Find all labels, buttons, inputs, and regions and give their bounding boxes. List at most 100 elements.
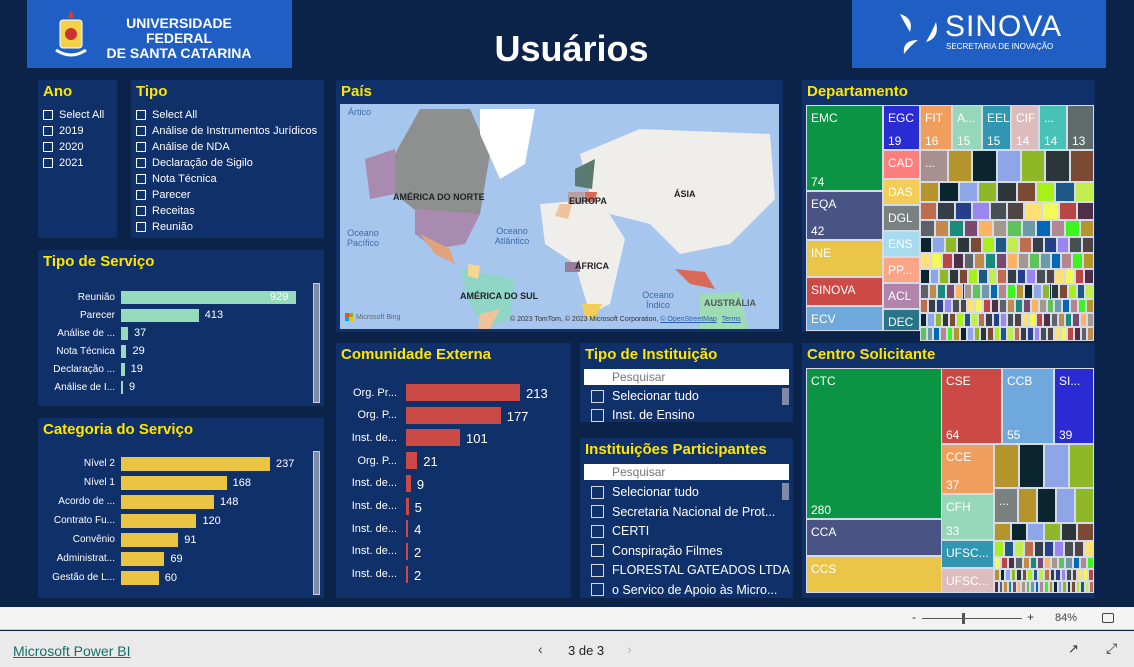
- scrollbar[interactable]: [782, 388, 789, 405]
- treemap-cell[interactable]: [1076, 202, 1094, 220]
- checkbox-item[interactable]: Nota Técnica: [136, 173, 217, 185]
- treemap-cell[interactable]: [960, 327, 967, 341]
- checkbox[interactable]: [136, 206, 146, 216]
- treemap-cell[interactable]: EMC 74: [806, 105, 883, 191]
- treemap-cell[interactable]: EQA 42: [806, 191, 883, 240]
- checkbox-item[interactable]: Select All: [136, 109, 197, 121]
- treemap-cell[interactable]: [978, 182, 998, 202]
- powerbi-link[interactable]: Microsoft Power BI: [13, 643, 130, 659]
- osm-link[interactable]: © OpenStreetMap: [660, 316, 717, 323]
- treemap-cell[interactable]: [1055, 182, 1075, 202]
- treemap-cell[interactable]: [1067, 284, 1077, 299]
- treemap-cell[interactable]: [1021, 150, 1046, 182]
- treemap-cell[interactable]: [926, 327, 934, 341]
- treemap-cell[interactable]: [932, 237, 945, 253]
- scrollbar[interactable]: [313, 451, 320, 595]
- treemap-cell[interactable]: [1000, 327, 1007, 341]
- treemap-cell[interactable]: [1016, 269, 1027, 284]
- treemap-cell[interactable]: [920, 202, 938, 220]
- treemap-cell[interactable]: [982, 237, 995, 253]
- treemap-cell[interactable]: [1065, 557, 1073, 569]
- treemap-cell[interactable]: [978, 269, 988, 284]
- treemap-cell[interactable]: ECV: [806, 306, 883, 331]
- treemap-cell[interactable]: EEL 15: [982, 105, 1011, 150]
- treemap-cell[interactable]: [1024, 541, 1034, 557]
- treemap-cell[interactable]: [957, 237, 970, 253]
- treemap-cell[interactable]: ACL: [883, 283, 920, 309]
- treemap-cell[interactable]: [937, 202, 955, 220]
- treemap-cell[interactable]: [985, 313, 993, 327]
- world-map[interactable]: Ártico AMÉRICA DO NORTE EUROPA ÁSIA ÁFRI…: [340, 104, 779, 329]
- bar[interactable]: [121, 514, 197, 528]
- treemap-cell[interactable]: DAS: [883, 179, 920, 205]
- treemap-cell[interactable]: [1044, 237, 1057, 253]
- checkbox[interactable]: [136, 110, 146, 120]
- treemap-cell[interactable]: [1054, 541, 1064, 557]
- checkbox-item[interactable]: Receitas: [136, 205, 195, 217]
- bar[interactable]: [406, 520, 409, 538]
- treemap-cell[interactable]: [1007, 284, 1016, 299]
- treemap-cell[interactable]: [937, 284, 947, 299]
- bar[interactable]: [121, 495, 215, 509]
- treemap-cell[interactable]: [1084, 541, 1094, 557]
- checkbox-item[interactable]: 2019: [43, 125, 83, 137]
- treemap-cell[interactable]: [940, 327, 947, 341]
- next-page-button[interactable]: ›: [627, 641, 632, 657]
- treemap-cell[interactable]: [1039, 253, 1051, 269]
- checkbox[interactable]: [591, 563, 604, 577]
- treemap-cell[interactable]: [991, 299, 1000, 313]
- treemap-cell[interactable]: [1086, 557, 1094, 569]
- treemap-cell[interactable]: CFH 33: [941, 494, 994, 540]
- treemap-cell[interactable]: [920, 313, 928, 327]
- treemap-cell[interactable]: [1050, 220, 1065, 237]
- treemap-cell[interactable]: [920, 237, 933, 253]
- treemap-cell[interactable]: [1010, 523, 1028, 541]
- treemap-cell[interactable]: [1029, 557, 1037, 569]
- checkbox[interactable]: [136, 126, 146, 136]
- treemap-cell[interactable]: [1036, 182, 1056, 202]
- checkbox[interactable]: [43, 126, 53, 136]
- checkbox-item[interactable]: FLORESTAL GATEADOS LTDA: [591, 563, 790, 577]
- bar[interactable]: [121, 457, 270, 471]
- treemap-cell[interactable]: [1037, 488, 1056, 523]
- treemap-cell[interactable]: [1022, 557, 1030, 569]
- checkbox[interactable]: [591, 524, 604, 538]
- treemap-cell[interactable]: [1074, 182, 1094, 202]
- treemap-cell[interactable]: DEC: [883, 309, 920, 331]
- treemap-cell[interactable]: CSE 64: [941, 368, 1002, 444]
- treemap-cell[interactable]: CCA: [806, 519, 942, 556]
- checkbox[interactable]: [136, 190, 146, 200]
- terms-link[interactable]: Terms: [722, 316, 741, 323]
- treemap-cell[interactable]: [992, 313, 1000, 327]
- checkbox[interactable]: [136, 222, 146, 232]
- treemap-cell[interactable]: [1065, 220, 1080, 237]
- treemap-cell[interactable]: [1044, 444, 1069, 488]
- treemap-cell[interactable]: [998, 284, 1007, 299]
- treemap-cell[interactable]: [920, 220, 935, 237]
- search-input[interactable]: Pesquisar: [584, 369, 789, 385]
- bar[interactable]: [406, 474, 411, 492]
- bar[interactable]: [406, 429, 461, 447]
- treemap-cell[interactable]: [985, 253, 997, 269]
- checkbox-item[interactable]: Selecionar tudo: [591, 389, 699, 403]
- treemap-cell[interactable]: [934, 313, 942, 327]
- treemap-cell[interactable]: [1015, 284, 1025, 299]
- treemap-cell[interactable]: [1036, 269, 1046, 284]
- treemap-cell[interactable]: [954, 284, 964, 299]
- bar[interactable]: [121, 533, 179, 547]
- treemap-cell[interactable]: [987, 269, 998, 284]
- checkbox-item[interactable]: Secretaria Nacional de Prot...: [591, 505, 775, 519]
- treemap-cell[interactable]: [1022, 299, 1031, 313]
- treemap-cell[interactable]: [1056, 237, 1070, 253]
- treemap-cell[interactable]: [920, 253, 931, 269]
- checkbox-item[interactable]: Reunião: [136, 221, 193, 233]
- treemap-cell[interactable]: [969, 237, 983, 253]
- treemap-cell[interactable]: [1036, 313, 1044, 327]
- checkbox-item[interactable]: Inst. de Ensino: [591, 408, 695, 422]
- treemap-cell[interactable]: [1084, 269, 1094, 284]
- treemap-cell[interactable]: [1079, 557, 1087, 569]
- treemap-cell[interactable]: [967, 299, 976, 313]
- treemap-cell[interactable]: [941, 313, 949, 327]
- treemap-cell[interactable]: [1007, 327, 1014, 341]
- treemap-cell[interactable]: [1088, 569, 1094, 581]
